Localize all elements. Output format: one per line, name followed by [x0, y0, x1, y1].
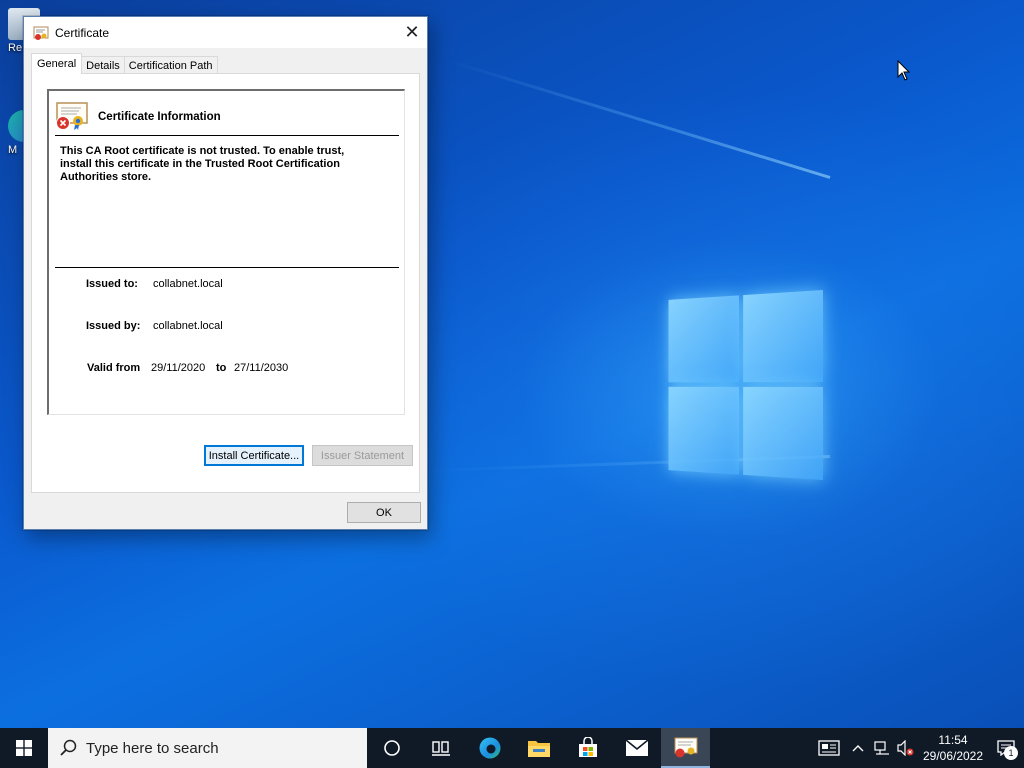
close-button[interactable]: ✕ [397, 17, 427, 47]
mail-button[interactable] [612, 728, 661, 768]
store-icon [578, 737, 597, 757]
task-view-icon [431, 741, 450, 756]
divider [55, 267, 399, 268]
notification-count-badge: 1 [1004, 746, 1018, 760]
ok-button[interactable]: OK [347, 502, 421, 523]
file-explorer-icon [527, 741, 550, 757]
tab-general[interactable]: General [31, 53, 83, 74]
action-center-button[interactable]: 1 [988, 728, 1024, 768]
issued-by-value: collabnet.local [153, 320, 223, 332]
system-tray: 11:54 29/06/2022 1 [812, 728, 1024, 768]
taskbar: Type here to search 11:54 29/06/2022 1 [0, 728, 1024, 768]
volume-button[interactable] [894, 728, 918, 768]
certificate-info-box: Certificate Information This CA Root cer… [47, 89, 405, 415]
general-tab-panel: Certificate Information This CA Root cer… [31, 73, 420, 493]
logo-pane [668, 295, 740, 383]
warning-line: This CA Root certificate is not trusted.… [60, 145, 345, 157]
certificate-taskbar-button[interactable] [661, 728, 710, 768]
valid-to-value: 27/11/2030 [234, 362, 289, 374]
tab-certification-path[interactable]: Certification Path [123, 56, 218, 74]
certificate-icon [33, 26, 49, 40]
search-icon [60, 739, 77, 756]
dialog-titlebar[interactable]: Certificate ✕ [24, 17, 427, 48]
volume-muted-icon [897, 740, 914, 756]
logo-pane [743, 386, 823, 480]
trust-warning-text: This CA Root certificate is not trusted.… [60, 145, 380, 184]
mouse-cursor-icon [897, 60, 911, 81]
issued-by-label: Issued by: [86, 320, 141, 332]
valid-from-label: Valid from [87, 362, 141, 374]
network-button[interactable] [870, 728, 894, 768]
cortana-button[interactable] [367, 728, 416, 768]
issued-to-label: Issued to: [86, 278, 138, 290]
cortana-icon [383, 740, 400, 756]
taskbar-search-box[interactable]: Type here to search [48, 728, 367, 768]
windows-start-icon [16, 740, 32, 756]
tab-bar: General Details Certification Path [31, 53, 218, 74]
show-hidden-icons-button[interactable] [846, 728, 870, 768]
issued-to-value: collabnet.local [153, 278, 223, 290]
task-view-button[interactable] [416, 728, 465, 768]
edge-taskbar-button[interactable] [465, 728, 514, 768]
certificate-dialog: Certificate ✕ General Details Certificat… [23, 16, 428, 530]
windows-wallpaper-logo [668, 290, 823, 480]
network-icon [874, 741, 889, 755]
valid-to-label: to [216, 362, 227, 374]
news-button[interactable] [812, 728, 846, 768]
close-icon: ✕ [404, 21, 420, 42]
dialog-title: Certificate [55, 25, 110, 40]
tab-details[interactable]: Details [81, 56, 125, 74]
issuer-statement-button: Issuer Statement [312, 445, 413, 466]
clock-time: 11:54 [938, 733, 968, 747]
mail-icon [624, 739, 649, 756]
file-explorer-button[interactable] [514, 728, 563, 768]
start-button[interactable] [0, 728, 48, 768]
certificate-info-heading: Certificate Information [98, 111, 221, 123]
valid-from-value: 29/11/2020 [151, 362, 206, 374]
warning-line: Authorities store. [60, 171, 152, 183]
store-button[interactable] [563, 728, 612, 768]
logo-pane [668, 386, 740, 475]
logo-pane [743, 290, 823, 383]
clock[interactable]: 11:54 29/06/2022 [918, 732, 988, 764]
warning-line: install this certificate in the Trusted … [60, 158, 340, 170]
news-icon [818, 740, 840, 756]
light-beam [447, 59, 831, 179]
search-placeholder: Type here to search [86, 739, 219, 757]
chevron-up-icon [852, 745, 864, 752]
install-certificate-button[interactable]: Install Certificate... [204, 445, 304, 466]
divider [55, 135, 399, 136]
clock-date: 29/06/2022 [922, 749, 984, 763]
edge-icon [479, 737, 500, 759]
certificate-untrusted-icon [56, 102, 88, 130]
certificate-icon [674, 737, 697, 758]
